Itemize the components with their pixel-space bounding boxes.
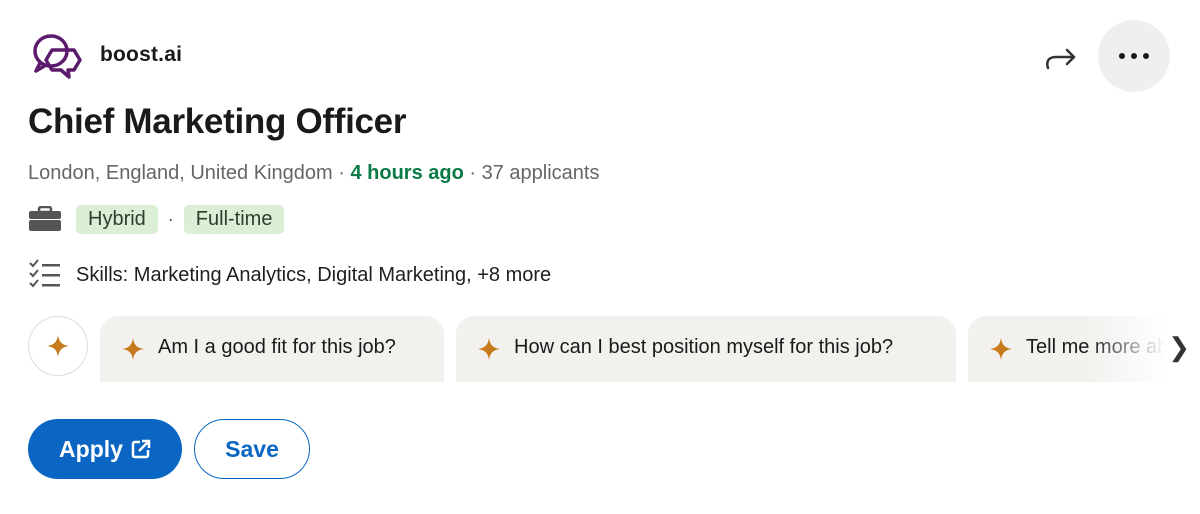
checklist-icon — [29, 259, 60, 288]
ai-prompt-chip[interactable]: How can I best position myself for this … — [456, 316, 956, 382]
ai-prompt-label: How can I best position myself for this … — [514, 336, 894, 358]
apply-button[interactable]: Apply — [28, 419, 182, 479]
ai-prompt-chip[interactable]: Am I a good fit for this job? — [100, 316, 444, 382]
dot — [1131, 53, 1137, 59]
posted-time: 4 hours ago — [350, 162, 464, 184]
applicant-count: 37 applicants — [481, 162, 600, 184]
chevron-right-icon[interactable]: ❯ — [1168, 332, 1190, 363]
save-button[interactable]: Save — [194, 419, 310, 479]
briefcase-icon — [29, 206, 61, 231]
separator: · — [469, 162, 477, 184]
more-options-button[interactable] — [1098, 20, 1170, 92]
ai-prompt-label: Am I a good fit for this job? — [158, 336, 396, 358]
skills-row[interactable]: Skills: Marketing Analytics, Digital Mar… — [28, 258, 551, 292]
sparkle-icon — [47, 335, 69, 357]
skills-text[interactable]: Skills: Marketing Analytics, Digital Mar… — [76, 264, 551, 287]
ai-assist-button[interactable] — [28, 316, 88, 376]
dot — [1119, 53, 1125, 59]
share-icon[interactable] — [1040, 42, 1080, 72]
job-location: London, England, United Kingdom — [28, 162, 333, 184]
job-meta: London, England, United Kingdom · 4 hour… — [28, 162, 600, 185]
separator: · — [338, 162, 345, 184]
company-name[interactable]: boost.ai — [100, 43, 182, 67]
sparkle-icon — [122, 338, 144, 360]
employment-type-badge: Full-time — [183, 204, 285, 234]
apply-label: Apply — [59, 435, 123, 462]
external-link-icon — [131, 439, 151, 459]
job-title[interactable]: Chief Marketing Officer — [28, 102, 406, 142]
sparkle-icon — [990, 338, 1012, 360]
separator: · — [167, 208, 174, 229]
ai-prompt-carousel: Am I a good fit for this job? How can I … — [28, 316, 1200, 382]
sparkle-icon — [478, 338, 500, 360]
job-type-row: Hybrid · Full-time — [28, 203, 285, 235]
dot — [1143, 53, 1149, 59]
workplace-type-badge: Hybrid — [76, 204, 158, 234]
company-logo-icon — [33, 34, 82, 79]
